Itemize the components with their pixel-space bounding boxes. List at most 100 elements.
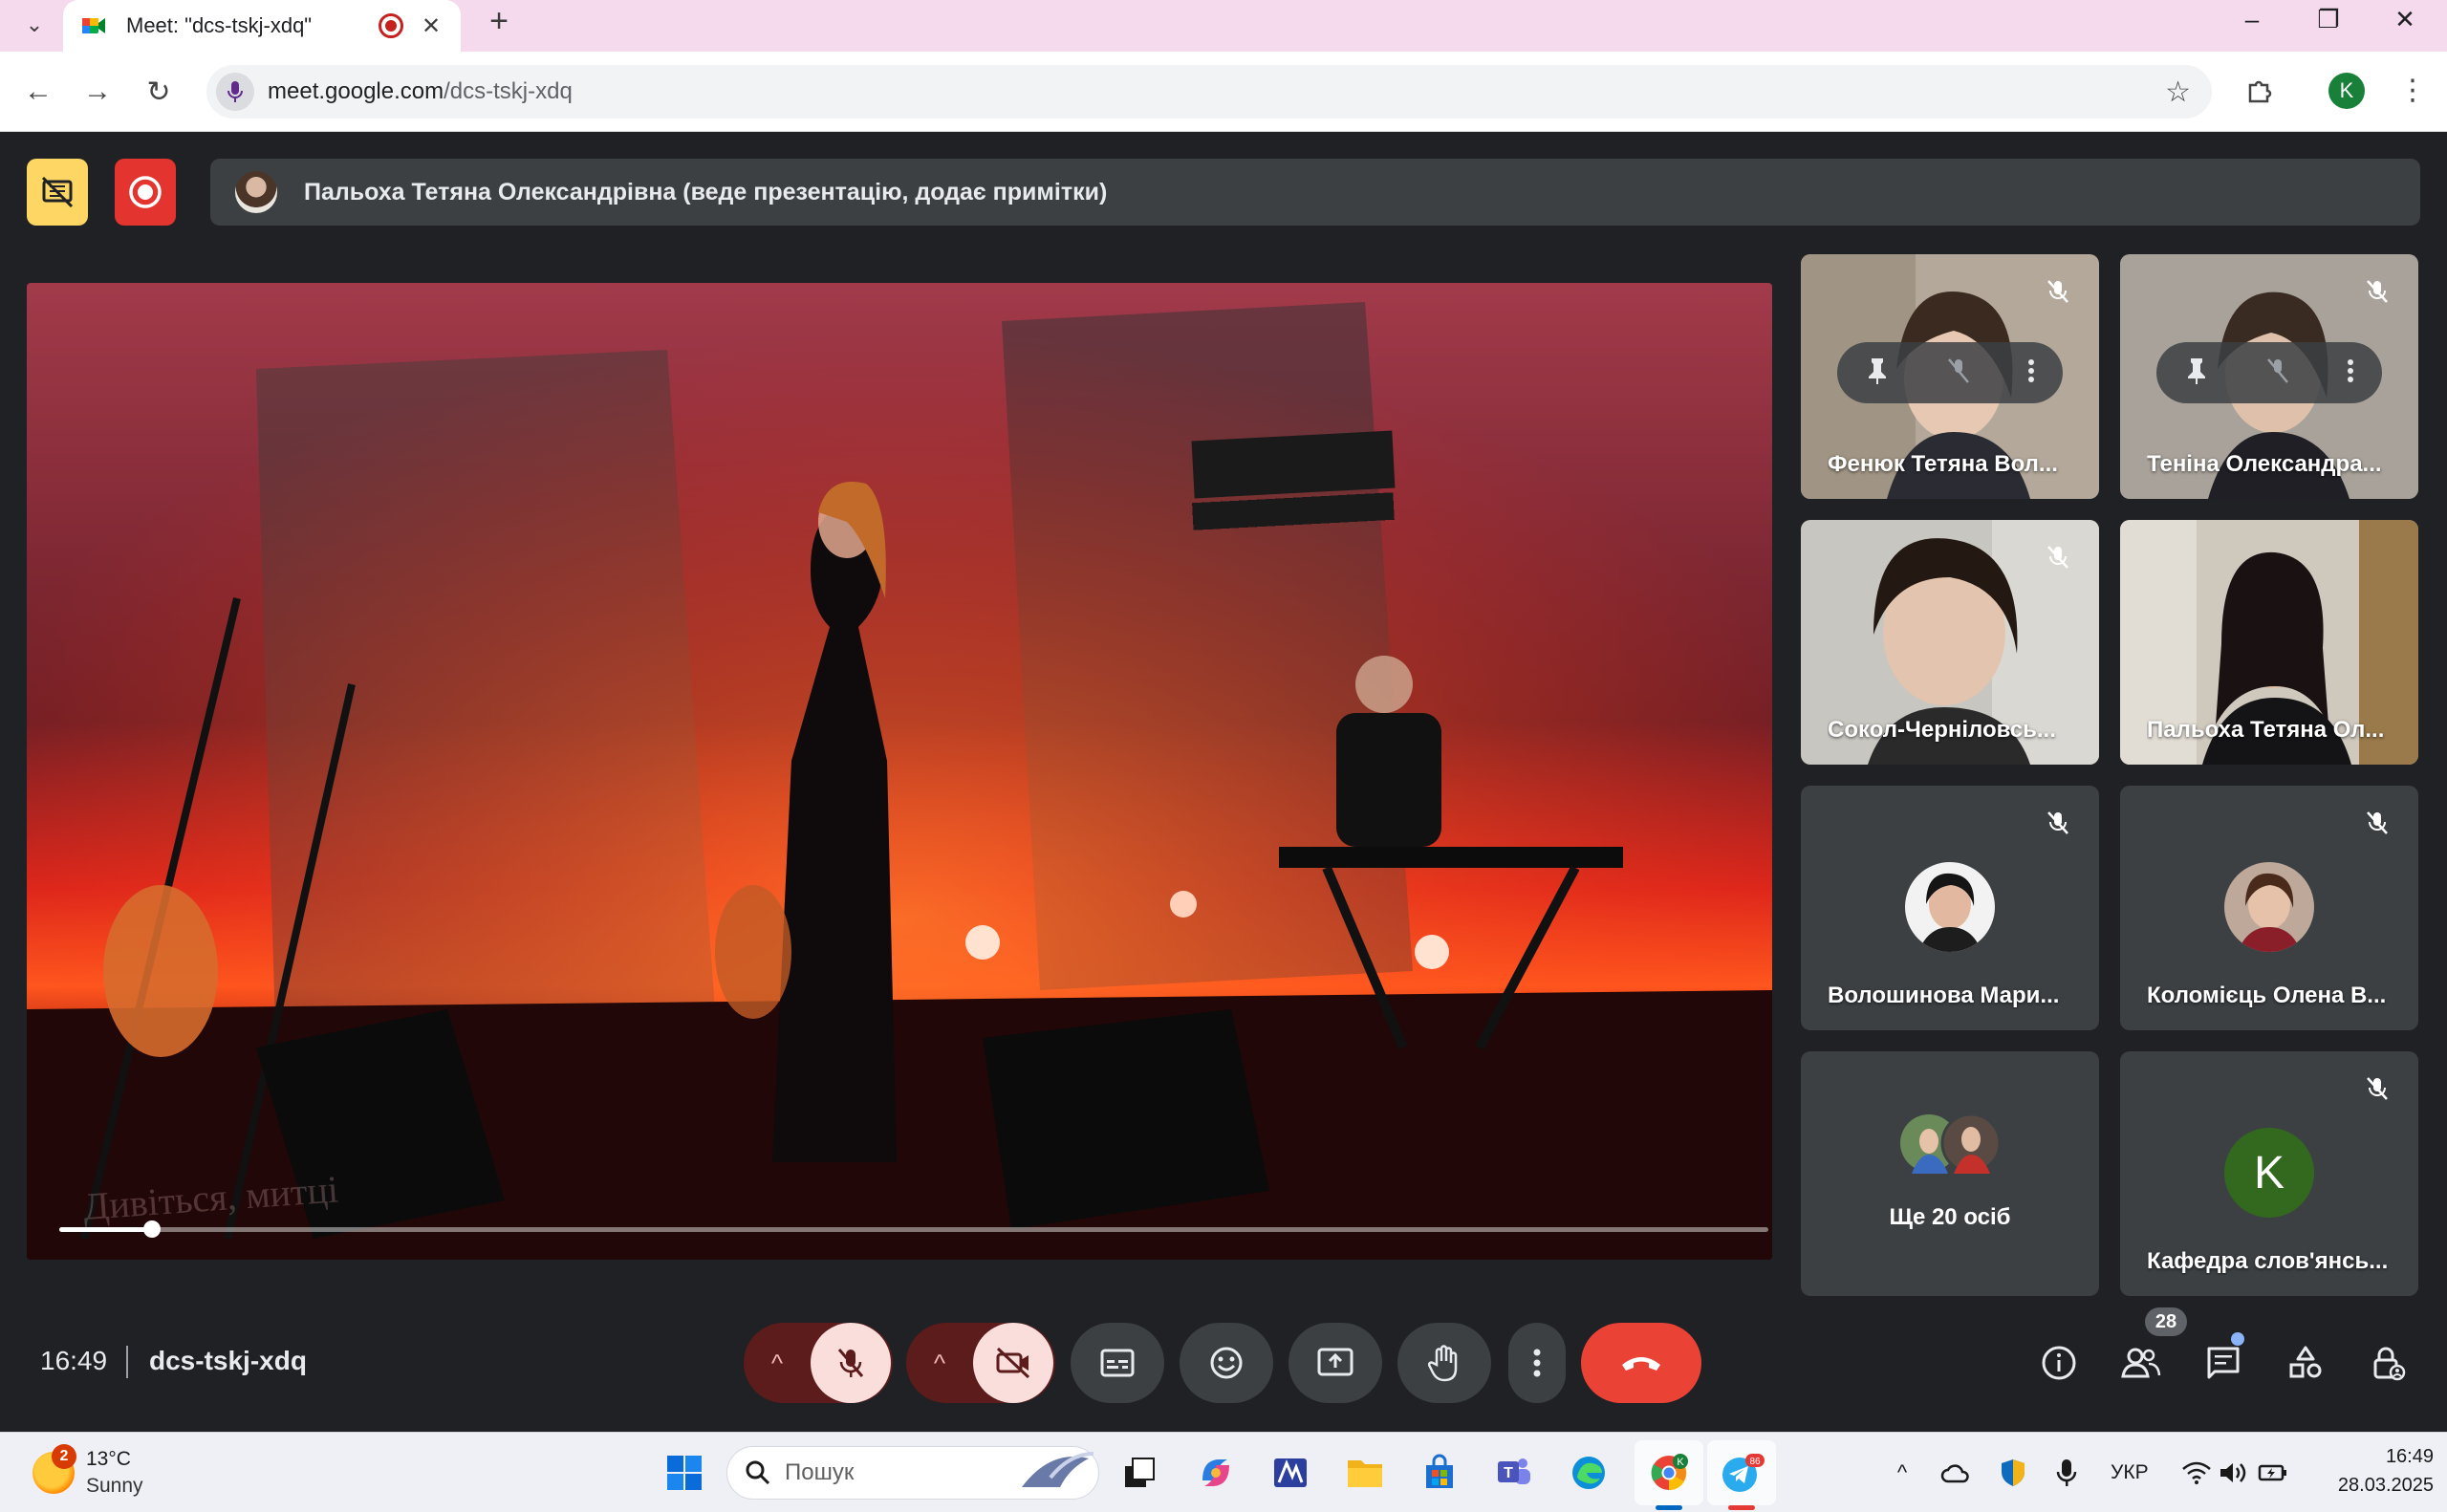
reload-icon[interactable]: ↻: [136, 69, 182, 115]
browser-toolbar: ← → ↻ meet.google.com/dcs-tskj-xdq ☆: [0, 52, 2447, 132]
svg-text:T: T: [1504, 1465, 1513, 1481]
presenter-banner-text: Пальоха Тетяна Олександрівна (веде презе…: [304, 178, 1108, 205]
more-options-icon[interactable]: [2346, 356, 2355, 390]
video-settings-chevron-icon[interactable]: ^: [906, 1323, 973, 1403]
participant-name: Фенюк Тетяна Вол...: [1828, 451, 2058, 477]
screen-share-stop-button[interactable]: [27, 159, 88, 226]
profile-avatar[interactable]: K: [2328, 73, 2365, 109]
closed-captions-icon: [1100, 1349, 1135, 1377]
task-view-icon[interactable]: [1116, 1450, 1162, 1496]
new-tab-button[interactable]: +: [478, 2, 520, 40]
recording-button[interactable]: [115, 159, 176, 226]
participant-tile[interactable]: K Кафедра слов'янсь...: [2120, 1051, 2418, 1296]
wifi-icon[interactable]: [2181, 1458, 2212, 1488]
video-progress-fill: [59, 1227, 152, 1232]
participant-avatar: [2224, 862, 2314, 952]
more-options-button[interactable]: [1508, 1323, 1566, 1403]
tab-title: Meet: "dcs-tskj-xdq": [126, 13, 313, 37]
chat-button[interactable]: [2197, 1336, 2250, 1390]
presenter-banner[interactable]: Пальоха Тетяна Олександрівна (веде презе…: [210, 159, 2420, 226]
taskbar-search-placeholder: Пошук: [785, 1459, 855, 1485]
browser-tab-meet[interactable]: Meet: "dcs-tskj-xdq" ✕: [63, 0, 461, 52]
file-explorer-icon[interactable]: [1342, 1450, 1388, 1496]
weather-description[interactable]: Sunny: [86, 1475, 143, 1498]
mute-participant-icon[interactable]: [2264, 356, 2291, 390]
microphone-control: ^: [744, 1323, 893, 1403]
participant-name: Теніна Олександра...: [2147, 451, 2382, 477]
teams-icon[interactable]: T: [1491, 1450, 1537, 1496]
onedrive-sync-icon[interactable]: [1940, 1458, 1971, 1488]
raise-hand-icon: [1428, 1345, 1458, 1382]
battery-charging-icon[interactable]: [2258, 1458, 2288, 1488]
participant-name: Коломієць Олена В...: [2147, 983, 2387, 1008]
browser-menu-icon[interactable]: ⋮: [2395, 67, 2430, 113]
meeting-details-button[interactable]: [2032, 1336, 2086, 1390]
telegram-icon[interactable]: 86: [1719, 1450, 1765, 1496]
more-participants-tile[interactable]: Ще 20 осіб: [1801, 1051, 2099, 1296]
participant-tile[interactable]: Коломієць Олена В...: [2120, 786, 2418, 1030]
tile-hover-controls: [1837, 342, 2063, 403]
video-progress-track[interactable]: [59, 1220, 1768, 1238]
camera-toggle-button[interactable]: [973, 1323, 1053, 1403]
audio-settings-chevron-icon[interactable]: ^: [744, 1323, 811, 1403]
leave-call-button[interactable]: [1581, 1323, 1701, 1403]
host-controls-button[interactable]: [2361, 1336, 2415, 1390]
presentation-stage[interactable]: Дивіться, митці: [27, 283, 1772, 1260]
meeting-clock: 16:49: [40, 1346, 108, 1375]
microphone-in-use-icon[interactable]: [2051, 1458, 2082, 1488]
muted-mic-icon: [2367, 280, 2388, 303]
participant-tile[interactable]: Пальоха Тетяна Ол...: [2120, 520, 2418, 765]
windows-start-icon[interactable]: [661, 1450, 707, 1496]
camera-control: ^: [906, 1323, 1055, 1403]
chat-icon: [2207, 1347, 2240, 1379]
address-bar[interactable]: meet.google.com/dcs-tskj-xdq ☆: [206, 65, 2212, 119]
tab-close-icon[interactable]: ✕: [419, 12, 444, 40]
video-progress-knob[interactable]: [142, 1220, 161, 1238]
recording-indicator-icon: [379, 13, 403, 38]
microphone-toggle-button[interactable]: [811, 1323, 891, 1403]
svg-text:K: K: [1677, 1457, 1684, 1468]
telegram-unread-badge: 86: [1749, 1457, 1761, 1467]
weather-temperature[interactable]: 13°C: [86, 1448, 131, 1471]
microsoft-store-icon[interactable]: [1417, 1450, 1462, 1496]
mute-participant-icon[interactable]: [1945, 356, 1972, 390]
reactions-button[interactable]: [1180, 1323, 1273, 1403]
activities-button[interactable]: [2279, 1336, 2332, 1390]
window-restore-icon[interactable]: ❐: [2290, 0, 2367, 38]
captions-button[interactable]: [1071, 1323, 1164, 1403]
tab-search-chevron-icon[interactable]: ⌄: [13, 6, 55, 44]
raise-hand-button[interactable]: [1397, 1323, 1491, 1403]
forward-icon[interactable]: →: [75, 69, 120, 115]
edge-browser-icon[interactable]: [1566, 1450, 1612, 1496]
chrome-icon[interactable]: K: [1646, 1450, 1692, 1496]
present-screen-button[interactable]: [1288, 1323, 1382, 1403]
window-minimize-icon[interactable]: –: [2214, 0, 2290, 38]
back-icon[interactable]: ←: [15, 69, 61, 115]
taskbar-search[interactable]: Пошук: [726, 1446, 1099, 1500]
people-button[interactable]: [2114, 1336, 2168, 1390]
tray-overflow-chevron-icon[interactable]: ^: [1887, 1458, 1917, 1488]
url-text: meet.google.com/dcs-tskj-xdq: [268, 78, 573, 104]
pin-icon[interactable]: [1864, 356, 1891, 390]
taskbar-clock-date[interactable]: 28.03.2025: [2294, 1475, 2434, 1497]
microphone-permission-icon[interactable]: [216, 73, 254, 111]
more-options-icon[interactable]: [2026, 356, 2036, 390]
taskbar-clock-time[interactable]: 16:49: [2342, 1446, 2434, 1468]
host-controls-lock-icon: [2373, 1347, 2406, 1381]
maps-app-icon[interactable]: [1267, 1450, 1313, 1496]
input-language-indicator[interactable]: УКР: [2111, 1461, 2149, 1484]
participant-tile[interactable]: Фенюк Тетяна Вол...: [1801, 254, 2099, 499]
meeting-code: dcs-tskj-xdq: [149, 1346, 307, 1375]
tile-hover-controls: [2156, 342, 2382, 403]
participant-tile[interactable]: Волошинова Мари...: [1801, 786, 2099, 1030]
bookmark-star-icon[interactable]: ☆: [2165, 76, 2191, 109]
volume-icon[interactable]: [2218, 1458, 2248, 1488]
participant-tile[interactable]: Теніна Олександра...: [2120, 254, 2418, 499]
security-shield-icon[interactable]: [1998, 1458, 2028, 1488]
participant-tile[interactable]: Сокол-Черніловсь...: [1801, 520, 2099, 765]
window-close-icon[interactable]: ✕: [2367, 0, 2443, 38]
pin-icon[interactable]: [2183, 356, 2210, 390]
extensions-icon[interactable]: [2237, 67, 2283, 113]
google-meet-favicon-icon: [80, 12, 107, 39]
copilot-icon[interactable]: [1193, 1450, 1239, 1496]
